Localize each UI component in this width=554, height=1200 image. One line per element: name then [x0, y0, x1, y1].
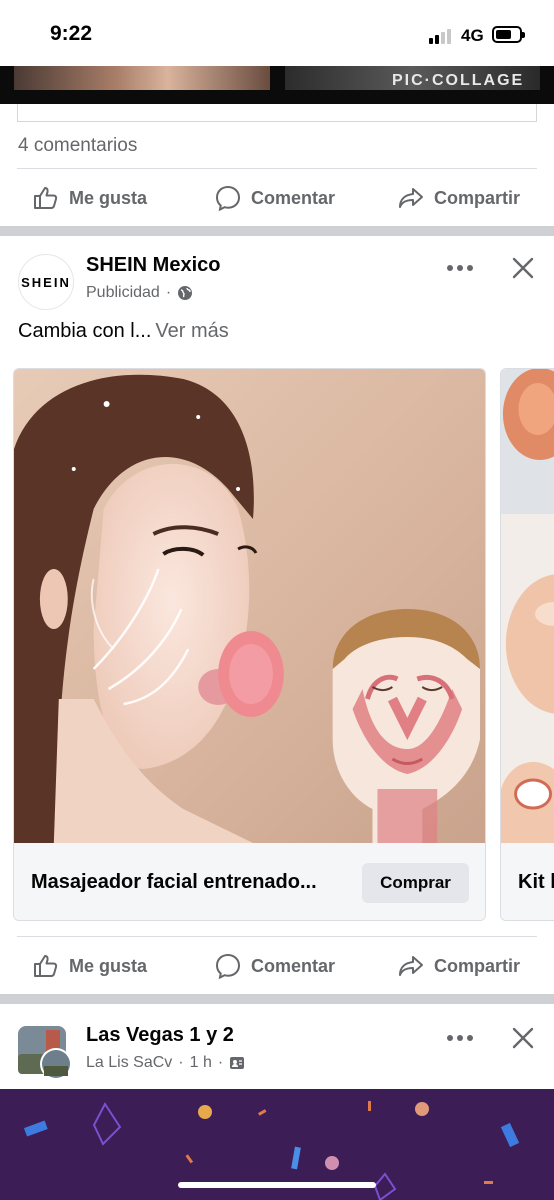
- group-avatar[interactable]: [18, 1024, 74, 1080]
- like-button[interactable]: Me gusta: [32, 938, 147, 994]
- avatar-logo-text: SHEIN: [21, 274, 71, 290]
- ad-post-actions: Me gusta Comentar Compartir: [0, 938, 554, 994]
- previous-post-actions: Me gusta Comentar Compartir: [0, 170, 554, 226]
- comment-bubble-icon: [215, 185, 241, 212]
- like-button[interactable]: Me gusta: [32, 170, 147, 226]
- globe-icon: [178, 286, 193, 300]
- divider: [17, 936, 537, 937]
- group-photo-icon: [18, 1026, 72, 1080]
- previous-post-attachment[interactable]: [17, 104, 537, 122]
- comment-button[interactable]: Comentar: [214, 938, 335, 994]
- product-title[interactable]: Masajeador facial entrenado...: [31, 871, 317, 894]
- share-button[interactable]: Compartir: [397, 938, 520, 994]
- previous-photo-left[interactable]: [14, 66, 270, 90]
- more-options-button[interactable]: [447, 1030, 473, 1046]
- status-bar: 9:22 4G: [0, 0, 554, 66]
- carousel-card[interactable]: Masajeador facial entrenado... Comprar: [13, 368, 486, 921]
- meta-dot: ·: [165, 284, 172, 301]
- page-avatar[interactable]: SHEIN: [18, 254, 74, 310]
- comment-button[interactable]: Comentar: [214, 170, 335, 226]
- meta-dot: ·: [178, 1054, 184, 1071]
- like-label: Me gusta: [69, 955, 148, 976]
- thumbs-up-icon: [34, 187, 58, 209]
- share-button[interactable]: Compartir: [397, 170, 520, 226]
- meta-dot: ·: [217, 1054, 224, 1071]
- post-text-content: Cambia con l...: [18, 320, 152, 342]
- product-title[interactable]: Kit l: [518, 871, 554, 894]
- author-name[interactable]: La Lis SaCv: [86, 1054, 172, 1072]
- share-arrow-icon: [399, 188, 423, 208]
- product-image[interactable]: [14, 369, 485, 843]
- comments-count[interactable]: 4 comentarios: [18, 135, 137, 157]
- sponsored-label: Publicidad: [86, 284, 160, 301]
- post-meta: Publicidad ·: [86, 284, 193, 302]
- post-meta: La Lis SaCv · 1 h ·: [86, 1054, 245, 1072]
- network-label: 4G: [461, 26, 484, 45]
- post-time[interactable]: 1 h: [190, 1054, 212, 1072]
- comment-label: Comentar: [251, 955, 336, 976]
- post-separator: [0, 226, 554, 236]
- card-footer: Kit l: [501, 843, 554, 920]
- comment-label: Comentar: [251, 187, 336, 208]
- group-post-header: Las Vegas 1 y 2 La Lis SaCv · 1 h ·: [0, 1024, 554, 1084]
- thumbs-up-icon: [34, 955, 58, 977]
- share-label: Compartir: [434, 955, 521, 976]
- ad-post-header: SHEIN SHEIN Mexico Publicidad ·: [0, 254, 554, 314]
- battery-icon: [492, 26, 525, 43]
- signal-icon: [429, 28, 455, 44]
- post-text: Cambia con l... Ver más: [18, 320, 229, 343]
- see-more-link[interactable]: Ver más: [155, 320, 228, 342]
- divider: [17, 168, 537, 169]
- page-name[interactable]: SHEIN Mexico: [86, 254, 220, 277]
- previous-post-media[interactable]: PIC·COLLAGE: [0, 66, 554, 104]
- close-icon[interactable]: [509, 1024, 537, 1052]
- product-image[interactable]: [501, 369, 554, 843]
- share-arrow-icon: [399, 956, 423, 976]
- comment-bubble-icon: [215, 953, 241, 980]
- group-icon: [230, 1057, 245, 1069]
- card-footer: Masajeador facial entrenado... Comprar: [14, 843, 485, 920]
- like-label: Me gusta: [69, 187, 148, 208]
- carousel-card[interactable]: Kit l: [500, 368, 554, 921]
- post-separator: [0, 994, 554, 1004]
- photo-watermark: PIC·COLLAGE: [392, 72, 525, 89]
- share-label: Compartir: [434, 187, 521, 208]
- buy-button[interactable]: Comprar: [362, 863, 469, 903]
- close-icon[interactable]: [509, 254, 537, 282]
- more-options-button[interactable]: [447, 260, 473, 276]
- status-time: 9:22: [50, 22, 93, 45]
- group-name[interactable]: Las Vegas 1 y 2: [86, 1024, 234, 1047]
- home-indicator[interactable]: [178, 1182, 376, 1188]
